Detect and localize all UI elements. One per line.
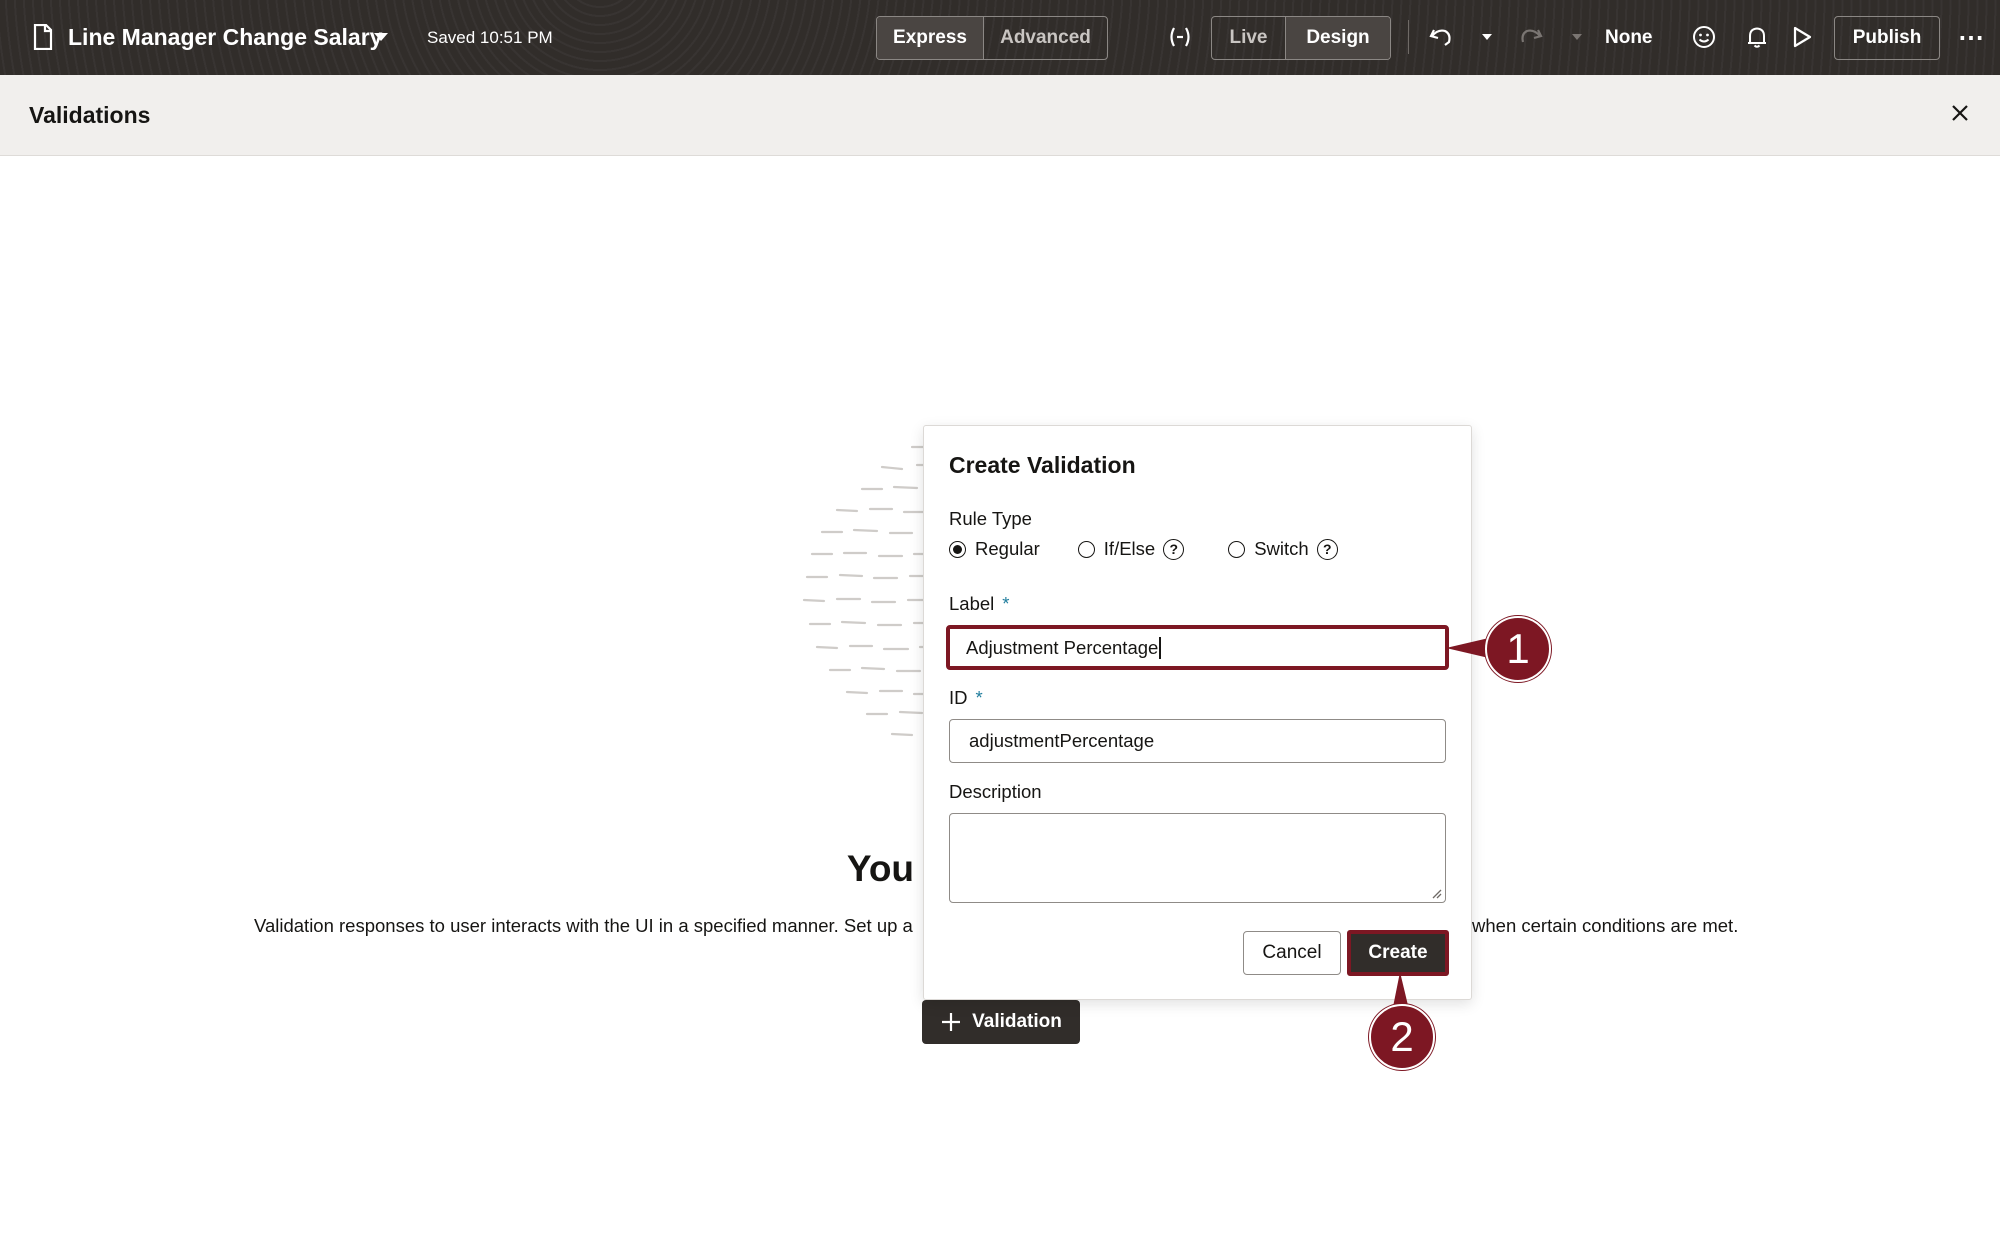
radio-if-else[interactable]: If/Else ? bbox=[1077, 538, 1185, 560]
toolbar-divider bbox=[1408, 20, 1409, 54]
empty-state-description-right: when certain conditions are met. bbox=[1472, 915, 1739, 936]
id-input[interactable]: adjustmentPercentage bbox=[949, 719, 1446, 763]
dialog-title: Create Validation bbox=[949, 452, 1136, 478]
rule-type-group: Regular If/Else ? Switch ? bbox=[949, 538, 1338, 560]
description-textarea[interactable] bbox=[949, 813, 1446, 903]
radio-if-else-label: If/Else bbox=[1103, 538, 1156, 559]
advanced-tab[interactable]: Advanced bbox=[983, 17, 1107, 59]
help-icon[interactable]: ? bbox=[1163, 538, 1185, 560]
callout-2: 2 bbox=[1369, 1004, 1435, 1070]
create-validation-dialog: Create Validation Rule Type Regular If/E… bbox=[923, 425, 1472, 1000]
plus-icon bbox=[942, 1013, 961, 1031]
radio-switch[interactable]: Switch ? bbox=[1228, 538, 1338, 560]
rule-type-label: Rule Type bbox=[949, 508, 1032, 529]
design-tab[interactable]: Design bbox=[1285, 17, 1390, 59]
radio-regular[interactable]: Regular bbox=[949, 538, 1040, 560]
redo-menu-chevron-icon[interactable] bbox=[1560, 20, 1594, 54]
create-button[interactable]: Create bbox=[1347, 930, 1449, 976]
chevron-down-icon[interactable] bbox=[374, 33, 388, 41]
panel-title: Validations bbox=[29, 101, 151, 128]
required-indicator: * bbox=[975, 687, 983, 708]
close-icon[interactable] bbox=[1944, 97, 1976, 129]
radio-unselected-icon bbox=[1077, 540, 1095, 558]
add-validation-button[interactable]: Validation bbox=[922, 1000, 1080, 1044]
smiley-icon[interactable] bbox=[1687, 20, 1721, 54]
required-indicator: * bbox=[1002, 593, 1010, 614]
more-options-icon[interactable]: ⋯ bbox=[1954, 20, 1988, 54]
variables-icon[interactable] bbox=[1163, 20, 1197, 54]
cancel-button[interactable]: Cancel bbox=[1243, 931, 1341, 975]
undo-icon[interactable] bbox=[1424, 20, 1458, 54]
mode-toggle: Express Advanced bbox=[876, 16, 1108, 60]
publish-button[interactable]: Publish bbox=[1834, 16, 1940, 60]
express-tab[interactable]: Express bbox=[877, 17, 983, 59]
radio-selected-icon bbox=[949, 540, 966, 558]
validations-header: Validations bbox=[0, 75, 2000, 156]
label-input[interactable]: Adjustment Percentage bbox=[946, 625, 1449, 670]
label-field-label: Label * bbox=[949, 593, 1009, 615]
empty-state-description-left: Validation responses to user interacts w… bbox=[254, 915, 913, 936]
id-field-text: ID bbox=[949, 687, 968, 708]
radio-unselected-icon bbox=[1228, 540, 1246, 558]
version-selector[interactable]: None bbox=[1605, 0, 1653, 75]
label-field-text: Label bbox=[949, 593, 995, 614]
description-label: Description bbox=[949, 781, 1042, 802]
bell-icon[interactable] bbox=[1740, 20, 1774, 54]
undo-menu-chevron-icon[interactable] bbox=[1470, 20, 1504, 54]
view-toggle: Live Design bbox=[1211, 16, 1391, 60]
callout-1: 1 bbox=[1485, 616, 1551, 682]
id-input-value: adjustmentPercentage bbox=[969, 730, 1155, 751]
resize-handle-icon[interactable] bbox=[1430, 887, 1442, 899]
radio-switch-label: Switch bbox=[1254, 538, 1309, 559]
add-validation-label: Validation bbox=[972, 1011, 1062, 1032]
live-tab[interactable]: Live bbox=[1212, 17, 1285, 59]
app-title[interactable]: Line Manager Change Salary bbox=[68, 0, 382, 75]
text-cursor bbox=[1159, 636, 1161, 659]
help-icon[interactable]: ? bbox=[1316, 538, 1338, 560]
document-icon bbox=[33, 24, 53, 50]
top-bar: Line Manager Change Salary Saved 10:51 P… bbox=[0, 0, 2000, 75]
radio-regular-label: Regular bbox=[975, 538, 1040, 559]
saved-status: Saved 10:51 PM bbox=[427, 27, 553, 47]
id-field-label: ID * bbox=[949, 687, 983, 709]
redo-icon[interactable] bbox=[1514, 20, 1548, 54]
label-input-value: Adjustment Percentage bbox=[966, 636, 1159, 658]
play-icon[interactable] bbox=[1785, 20, 1819, 54]
